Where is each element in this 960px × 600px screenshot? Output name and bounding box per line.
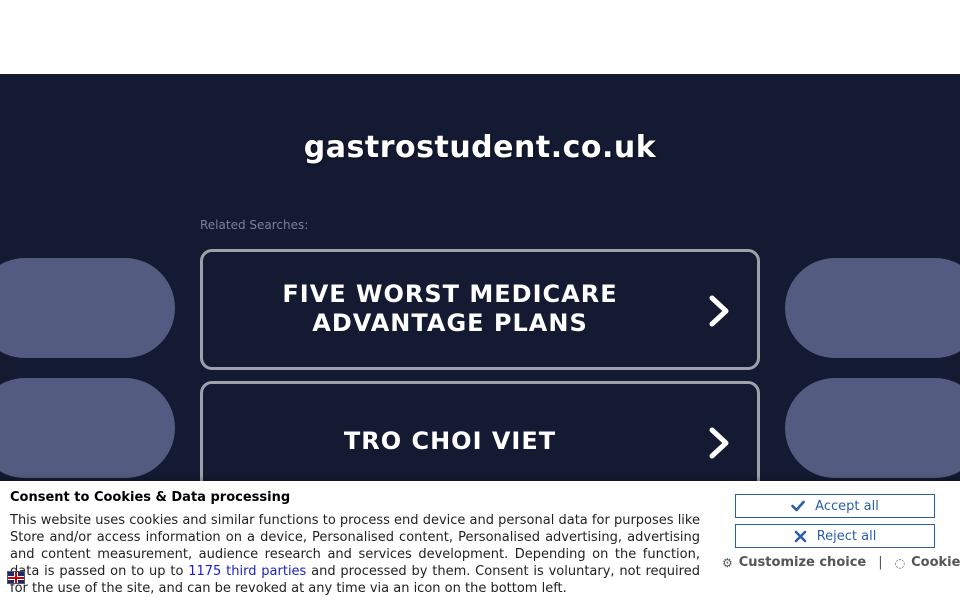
- consent-links: ⚙ Customize choice | ◌ Cookies: [722, 555, 960, 570]
- related-search-label-line: ADVANTAGE PLANS: [312, 309, 588, 337]
- decorative-pill: [785, 378, 960, 478]
- close-icon: [794, 530, 806, 542]
- chevron-right-icon: [709, 295, 729, 327]
- related-searches-label: Related Searches:: [200, 218, 309, 232]
- related-search-label: TRO CHOI VIET: [223, 427, 677, 456]
- reject-all-label: Reject all: [816, 528, 877, 544]
- accept-all-label: Accept all: [815, 498, 879, 514]
- cookies-link[interactable]: Cookies: [911, 555, 960, 570]
- consent-title: Consent to Cookies & Data processing: [10, 490, 291, 505]
- related-search-label: FIVE WORST MEDICARE ADVANTAGE PLANS: [223, 280, 677, 338]
- related-search-button[interactable]: FIVE WORST MEDICARE ADVANTAGE PLANS: [200, 249, 760, 370]
- third-parties-link[interactable]: 1175 third parties: [188, 564, 306, 579]
- decorative-pill: [0, 258, 175, 358]
- top-blank-area: [0, 0, 960, 74]
- consent-text: This website uses cookies and similar fu…: [10, 512, 700, 597]
- cookie-consent-banner: Consent to Cookies & Data processing Thi…: [0, 481, 960, 600]
- site-title: gastrostudent.co.uk: [303, 130, 657, 165]
- checkmark-icon: [791, 500, 805, 512]
- reject-all-button[interactable]: Reject all: [735, 524, 935, 548]
- cookie-icon: ◌: [894, 555, 906, 570]
- customize-choice-link[interactable]: Customize choice: [739, 555, 866, 570]
- links-separator: |: [878, 555, 883, 570]
- accept-all-button[interactable]: Accept all: [735, 494, 935, 518]
- uk-flag-icon[interactable]: [7, 571, 25, 584]
- chevron-right-icon: [709, 427, 729, 459]
- related-search-label-line: TRO CHOI VIET: [343, 427, 557, 455]
- gear-icon: ⚙: [722, 555, 733, 570]
- decorative-pill: [785, 258, 960, 358]
- decorative-pill: [0, 378, 175, 478]
- related-search-label-line: FIVE WORST MEDICARE: [282, 280, 618, 308]
